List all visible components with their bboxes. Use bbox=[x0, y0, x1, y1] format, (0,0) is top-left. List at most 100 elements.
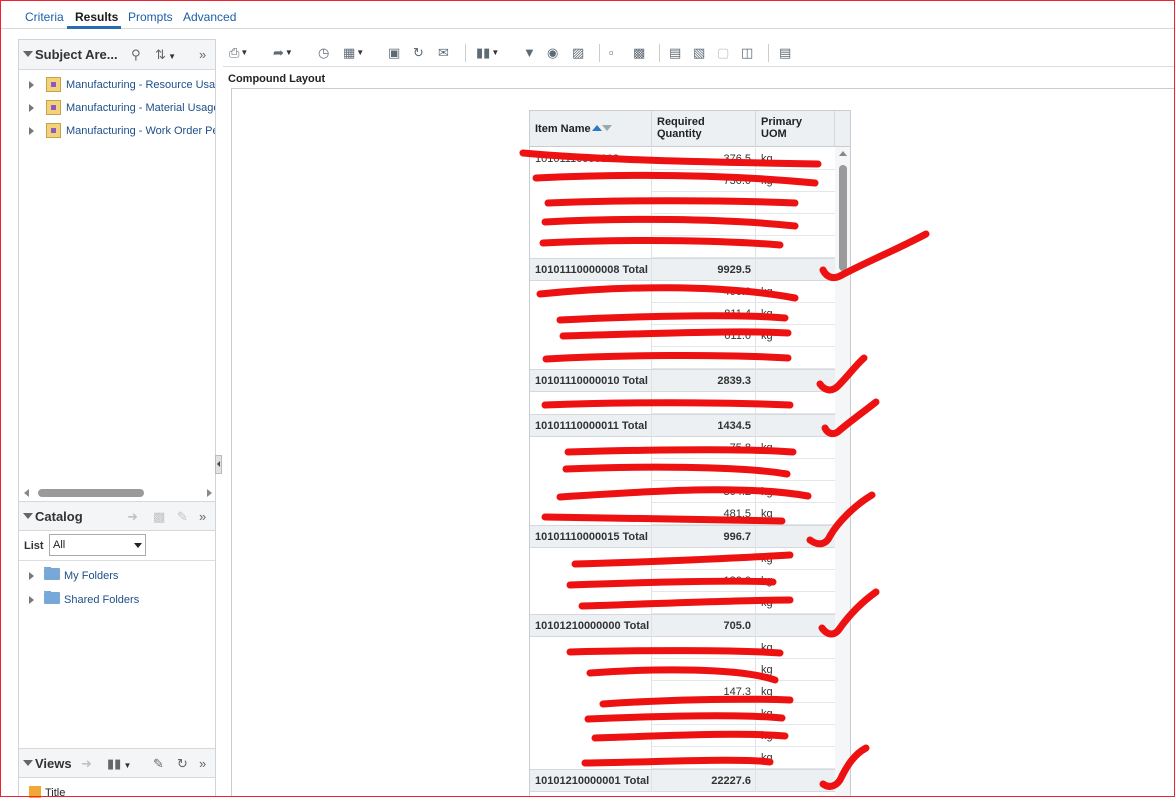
folder-label: Shared Folders bbox=[64, 594, 140, 606]
expand-panel-icon[interactable]: » bbox=[199, 509, 206, 524]
refresh-icon[interactable]: ↻ bbox=[413, 45, 424, 61]
total-quantity-cell: 1434.5 bbox=[652, 415, 756, 437]
total-quantity-cell: 996.7 bbox=[652, 526, 756, 548]
header-label-line: UOM bbox=[761, 128, 787, 140]
active-tab-indicator bbox=[67, 26, 121, 29]
uom-cell: kg bbox=[756, 681, 835, 703]
panel-splitter-handle[interactable] bbox=[215, 455, 222, 474]
sort-ascending-icon[interactable] bbox=[591, 125, 602, 131]
collapse-catalog-icon[interactable] bbox=[23, 513, 33, 519]
toolbar-separator bbox=[768, 44, 769, 62]
sort-icon[interactable]: ⇅ ▼ bbox=[155, 47, 176, 63]
scroll-up-icon[interactable] bbox=[839, 151, 847, 156]
scroll-right-icon[interactable] bbox=[207, 489, 212, 497]
rename-icon[interactable]: ▫ bbox=[609, 45, 614, 60]
table-total-row: 10101110000015 Total 996.7 bbox=[530, 525, 835, 548]
item-name-cell bbox=[530, 570, 652, 592]
quantity-cell: 376.5 bbox=[652, 148, 756, 170]
collapse-views-icon[interactable] bbox=[23, 760, 33, 766]
catalog-list-filter: List All bbox=[19, 531, 215, 561]
new-view-icon[interactable]: ▮▮▼ bbox=[476, 45, 499, 61]
uom-cell: kg bbox=[756, 148, 835, 170]
total-uom-cell bbox=[756, 615, 835, 637]
uom-cell bbox=[756, 459, 835, 481]
quantity-cell: 730.0 bbox=[652, 170, 756, 192]
format-text-icon[interactable]: ▩ bbox=[633, 45, 645, 61]
catalog-folder-item[interactable]: Shared Folders bbox=[19, 591, 215, 611]
column-header-required-quantity[interactable]: Required Quantity bbox=[652, 111, 756, 147]
total-item-cell: 10101210000000 Total bbox=[530, 615, 652, 637]
mail-icon[interactable]: ✉ bbox=[438, 45, 449, 61]
quantity-cell bbox=[652, 592, 756, 614]
list-select-value: All bbox=[53, 539, 66, 551]
expand-panel-icon[interactable]: » bbox=[199, 47, 206, 62]
column-header-item-name[interactable]: Item Name bbox=[530, 111, 652, 147]
schedule-icon[interactable]: ◷ bbox=[318, 45, 329, 61]
subject-area-item[interactable]: Manufacturing - Material Usage bbox=[19, 99, 215, 119]
uom-cell: kg bbox=[756, 170, 835, 192]
new-view-icon[interactable]: ▮▮ ▼ bbox=[107, 756, 131, 772]
preview-icon[interactable]: ▣ bbox=[388, 45, 400, 61]
catalog-folder-item[interactable]: My Folders bbox=[19, 567, 215, 587]
scrollbar-thumb[interactable] bbox=[38, 489, 144, 497]
expand-icon[interactable] bbox=[29, 127, 34, 135]
uom-cell: kg bbox=[756, 637, 835, 659]
search-icon[interactable]: ⚲ bbox=[131, 47, 141, 63]
view-item-label: Title bbox=[45, 787, 66, 799]
merge-icon[interactable]: ▧ bbox=[693, 45, 705, 61]
tab-results[interactable]: Results bbox=[75, 10, 118, 24]
subject-area-icon bbox=[46, 77, 61, 92]
table-total-row: 10101210000000 Total 705.0 bbox=[530, 614, 835, 637]
uom-cell: kg bbox=[756, 303, 835, 325]
subject-area-item[interactable]: Manufacturing - Resource Usage bbox=[19, 76, 215, 96]
chart-properties-icon[interactable]: ▤ bbox=[779, 45, 791, 61]
expand-icon[interactable] bbox=[29, 572, 34, 580]
add-arrow-icon: ➜ bbox=[81, 756, 92, 771]
selection-steps-icon[interactable]: ◉ bbox=[547, 45, 558, 61]
item-name-cell bbox=[530, 747, 652, 769]
refresh-view-icon[interactable]: ↻ bbox=[177, 756, 188, 772]
expand-icon[interactable] bbox=[29, 596, 34, 604]
delivery-icon[interactable]: ▦▼ bbox=[343, 45, 364, 61]
sort-descending-icon[interactable] bbox=[601, 125, 612, 131]
quantity-cell bbox=[652, 703, 756, 725]
subject-areas-header: Subject Are... ⚲ ⇅ ▼ » bbox=[19, 40, 215, 70]
view-item-title[interactable]: Title bbox=[29, 786, 65, 799]
uom-cell: kg bbox=[756, 281, 835, 303]
catalog-header: Catalog ➜ ▩ ✎ » bbox=[19, 501, 215, 531]
subject-area-label: Manufacturing - Work Order Performance bbox=[66, 125, 215, 137]
filter-icon[interactable]: ▼ bbox=[523, 45, 536, 60]
total-item-cell: 10101110000015 Total bbox=[530, 526, 652, 548]
catalog-title: Catalog bbox=[35, 509, 83, 524]
expand-panel-icon[interactable]: » bbox=[199, 756, 206, 771]
expand-icon[interactable] bbox=[29, 104, 34, 112]
subject-area-label: Manufacturing - Material Usage bbox=[66, 102, 215, 114]
calculated-item-icon[interactable]: ▨ bbox=[572, 45, 584, 61]
item-name-cell bbox=[530, 303, 652, 325]
export-icon[interactable]: ➦▼ bbox=[273, 45, 293, 61]
scrollbar-thumb[interactable] bbox=[839, 165, 847, 271]
properties-icon[interactable]: ▤ bbox=[669, 45, 681, 61]
print-icon[interactable]: ⎙▼ bbox=[229, 45, 248, 61]
uom-cell: kg bbox=[756, 481, 835, 503]
list-select[interactable]: All bbox=[49, 534, 146, 556]
subject-areas-horizontal-scrollbar[interactable] bbox=[24, 486, 212, 500]
layout-icon[interactable]: ◫ bbox=[741, 45, 753, 61]
uom-cell bbox=[756, 192, 835, 214]
item-name-cell bbox=[530, 637, 652, 659]
collapse-subject-areas-icon[interactable] bbox=[23, 51, 33, 57]
results-toolbar: ⎙▼ ➦▼ ◷ ▦▼ ▣ ↻ ✉ ▮▮▼ ▼ ◉ ▨ ▫ ▩ ▤ ▧ ▢ ◫ ▤ bbox=[223, 39, 1175, 67]
expand-icon[interactable] bbox=[29, 81, 34, 89]
column-header-primary-uom[interactable]: Primary UOM bbox=[756, 111, 835, 147]
item-name-cell bbox=[530, 703, 652, 725]
tab-prompts[interactable]: Prompts bbox=[128, 10, 173, 24]
table-vertical-scrollbar[interactable] bbox=[835, 147, 850, 797]
tab-advanced[interactable]: Advanced bbox=[183, 10, 236, 24]
quantity-cell: 304.2 bbox=[652, 481, 756, 503]
subject-area-item[interactable]: Manufacturing - Work Order Performance bbox=[19, 122, 215, 142]
total-quantity-cell: 705.0 bbox=[652, 615, 756, 637]
tab-criteria[interactable]: Criteria bbox=[25, 10, 64, 24]
edit-view-icon[interactable]: ✎ bbox=[153, 756, 164, 772]
quantity-cell bbox=[652, 192, 756, 214]
scroll-left-icon[interactable] bbox=[24, 489, 29, 497]
